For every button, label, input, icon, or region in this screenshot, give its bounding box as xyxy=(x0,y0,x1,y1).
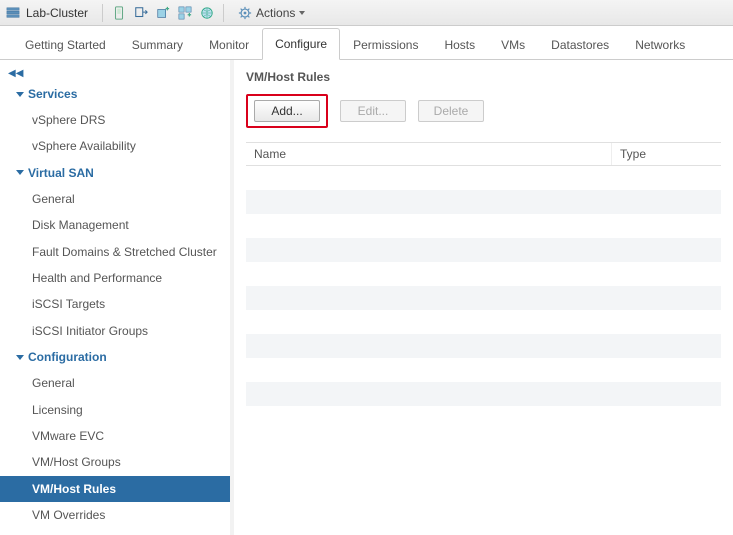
table-row xyxy=(246,310,721,334)
chevron-down-icon xyxy=(299,11,305,15)
table-row xyxy=(246,166,721,190)
actions-menu[interactable]: Actions xyxy=(230,4,313,22)
tab-datastores[interactable]: Datastores xyxy=(538,29,622,60)
col-type[interactable]: Type xyxy=(611,143,721,165)
section-label: Configuration xyxy=(28,350,107,364)
tab-summary[interactable]: Summary xyxy=(119,29,196,60)
tabs-bar: Getting StartedSummaryMonitorConfigurePe… xyxy=(0,26,733,60)
add-button[interactable]: Add... xyxy=(254,100,320,122)
sidebar-item-health-and-performance[interactable]: Health and Performance xyxy=(0,265,230,291)
tab-getting-started[interactable]: Getting Started xyxy=(12,29,119,60)
sidebar-item-disk-management[interactable]: Disk Management xyxy=(0,212,230,238)
divider xyxy=(102,4,103,22)
actions-label: Actions xyxy=(256,6,295,20)
section-label: Virtual SAN xyxy=(28,166,94,180)
rules-table: Name Type xyxy=(246,142,721,430)
tab-hosts[interactable]: Hosts xyxy=(431,29,488,60)
sidebar-item-iscsi-targets[interactable]: iSCSI Targets xyxy=(0,291,230,317)
tab-permissions[interactable]: Permissions xyxy=(340,29,431,60)
sidebar-item-licensing[interactable]: Licensing xyxy=(0,397,230,423)
vapp-icon xyxy=(178,6,192,20)
section-virtual-san[interactable]: Virtual SAN xyxy=(0,160,230,186)
toolbar-btn-2[interactable] xyxy=(131,3,151,23)
collapse-handle[interactable]: ◀◀ xyxy=(0,66,230,81)
table-row xyxy=(246,286,721,310)
sidebar: ◀◀ Services vSphere DRSvSphere Availabili… xyxy=(0,60,234,535)
nav-tree: Services vSphere DRSvSphere Availability V… xyxy=(0,81,230,528)
gear-icon xyxy=(238,6,252,20)
table-row xyxy=(246,358,721,382)
toolbar-btn-3[interactable] xyxy=(153,3,173,23)
sidebar-item-vm-host-groups[interactable]: VM/Host Groups xyxy=(0,449,230,475)
sidebar-item-iscsi-initiator-groups[interactable]: iSCSI Initiator Groups xyxy=(0,318,230,344)
toolbar-btn-5[interactable] xyxy=(197,3,217,23)
table-row xyxy=(246,262,721,286)
page-title: Lab-Cluster xyxy=(26,6,88,20)
tab-monitor[interactable]: Monitor xyxy=(196,29,262,60)
sidebar-item-vm-overrides[interactable]: VM Overrides xyxy=(0,502,230,528)
toolbar: Lab-Cluster xyxy=(0,0,733,26)
device-icon xyxy=(112,6,126,20)
sidebar-item-general[interactable]: General xyxy=(0,370,230,396)
toolbar-btn-4[interactable] xyxy=(175,3,195,23)
chevron-down-icon xyxy=(16,170,24,175)
delete-button[interactable]: Delete xyxy=(418,100,484,122)
panel-title: VM/Host Rules xyxy=(246,70,721,84)
chevron-down-icon xyxy=(16,92,24,97)
chevron-down-icon xyxy=(16,355,24,360)
tab-configure[interactable]: Configure xyxy=(262,28,340,60)
main-panel: VM/Host Rules Add... Edit... Delete Name… xyxy=(234,60,733,535)
table-row xyxy=(246,406,721,430)
content: ◀◀ Services vSphere DRSvSphere Availabili… xyxy=(0,60,733,535)
export-icon xyxy=(134,6,148,20)
tab-vms[interactable]: VMs xyxy=(488,29,538,60)
title-section: Lab-Cluster xyxy=(6,6,96,20)
highlight-box: Add... xyxy=(246,94,328,128)
section-configuration[interactable]: Configuration xyxy=(0,344,230,370)
section-label: Services xyxy=(28,87,77,101)
divider xyxy=(223,4,224,22)
toolbar-btn-1[interactable] xyxy=(109,3,129,23)
sidebar-item-general[interactable]: General xyxy=(0,186,230,212)
sidebar-item-vm-host-rules[interactable]: VM/Host Rules xyxy=(0,476,230,502)
table-row xyxy=(246,238,721,262)
sidebar-item-vmware-evc[interactable]: VMware EVC xyxy=(0,423,230,449)
globe-icon xyxy=(200,6,214,20)
table-row xyxy=(246,214,721,238)
add-host-icon xyxy=(156,6,170,20)
table-row xyxy=(246,190,721,214)
tab-networks[interactable]: Networks xyxy=(622,29,698,60)
sidebar-item-vsphere-drs[interactable]: vSphere DRS xyxy=(0,107,230,133)
table-header: Name Type xyxy=(246,143,721,166)
table-row xyxy=(246,382,721,406)
cluster-icon xyxy=(6,6,20,20)
table-row xyxy=(246,334,721,358)
edit-button[interactable]: Edit... xyxy=(340,100,406,122)
section-services[interactable]: Services xyxy=(0,81,230,107)
sidebar-item-vsphere-availability[interactable]: vSphere Availability xyxy=(0,133,230,159)
col-name[interactable]: Name xyxy=(246,143,611,165)
sidebar-item-fault-domains-stretched-cluster[interactable]: Fault Domains & Stretched Cluster xyxy=(0,239,230,265)
button-row: Add... Edit... Delete xyxy=(246,94,721,128)
table-body xyxy=(246,166,721,430)
